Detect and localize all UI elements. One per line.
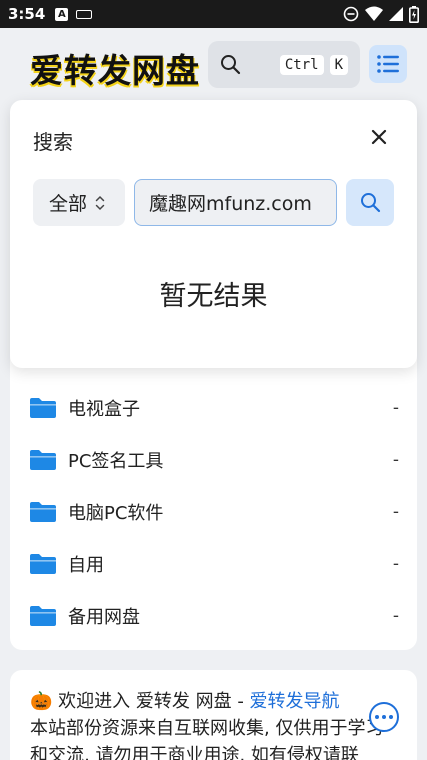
search-icon [360,193,380,213]
close-button[interactable] [368,126,390,148]
chevron-up-down-icon [95,195,105,210]
menu-button[interactable] [369,45,407,83]
list-item[interactable]: 自用 - [10,538,417,590]
list-item[interactable]: 备用网盘 - [10,590,417,642]
search-icon [221,55,241,75]
wifi-icon [365,6,383,21]
folder-size: - [392,554,399,574]
search-dialog: 搜索 全部 暂无结果 [10,100,417,368]
header-search-button[interactable]: Ctrl K [208,41,360,88]
folder-name: 自用 [68,555,104,576]
status-time: 3:54 [8,5,46,23]
folder-icon [30,606,56,626]
disclaimer-text: 本站部份资源来自互联网收集, 仅供用于学习和交流, 请勿用于商业用途. 如有侵权… [30,718,384,760]
folder-icon [30,398,56,418]
welcome-notice: 🎃 欢迎进入 爱转发 网盘 - 爱转发导航 本站部份资源来自互联网收集, 仅供用… [10,670,417,760]
search-scope-select[interactable]: 全部 [33,179,125,226]
shortcut-key-k: K [329,54,348,75]
folder-name: PC签名工具 [68,451,164,472]
folder-size: - [392,398,399,418]
shortcut-key-ctrl: Ctrl [279,54,324,75]
welcome-text: 欢迎进入 爱转发 网盘 - [58,691,250,712]
signal-icon [389,7,403,21]
list-item[interactable]: PC签名工具 - [10,434,417,486]
list-item[interactable]: 电脑PC软件 - [10,486,417,538]
folder-list: 电视盒子 - PC签名工具 - 电脑PC软件 - 自用 - 备用网盘 - [10,340,417,650]
chat-dots-icon [375,715,379,719]
nav-link[interactable]: 爱转发导航 [250,691,340,712]
close-icon [371,129,387,145]
site-logo[interactable]: 爱转发网盘 [30,44,200,92]
folder-name: 备用网盘 [68,607,140,628]
search-input[interactable] [134,179,337,226]
folder-icon [30,554,56,574]
folder-size: - [392,502,399,522]
folder-size: - [392,606,399,626]
battery-icon [409,5,419,23]
empty-results-message: 暂无结果 [159,281,268,312]
site-header: 爱转发网盘 Ctrl K [0,28,427,100]
chat-button[interactable] [369,702,399,732]
dialog-title: 搜索 [33,130,73,154]
status-bar: 3:54 A [0,0,427,28]
folder-name: 电视盒子 [68,399,140,420]
folder-size: - [392,450,399,470]
folder-icon [30,502,56,522]
keyboard-icon [76,9,93,19]
notification-app-icon: A [55,7,69,21]
list-item[interactable]: 电视盒子 - [10,382,417,434]
folder-name: 电脑PC软件 [68,503,164,524]
search-submit-button[interactable] [346,179,394,226]
folder-icon [30,450,56,470]
pumpkin-icon: 🎃 [30,691,53,712]
list-menu-icon [377,55,399,73]
dnd-icon [343,6,359,22]
scope-value: 全部 [49,193,88,215]
